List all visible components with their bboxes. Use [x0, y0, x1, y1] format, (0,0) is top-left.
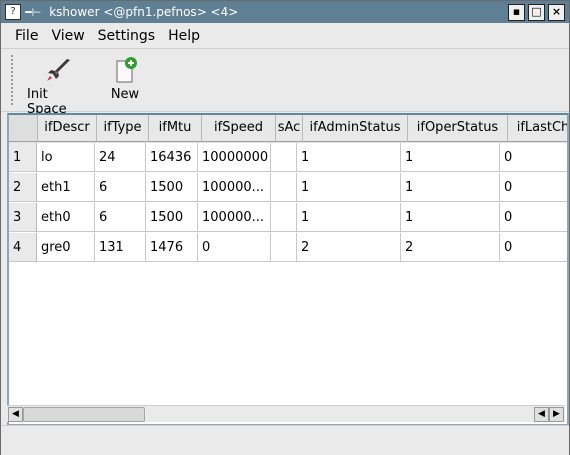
table-cell[interactable]: 0: [500, 233, 567, 262]
table-row[interactable]: 1 lo 24 16436 10000000 1 1 0: [9, 143, 567, 173]
new-button[interactable]: New: [107, 57, 143, 102]
table-cell[interactable]: 100000...: [198, 203, 271, 232]
table-cell[interactable]: 6: [95, 203, 146, 232]
table-cell[interactable]: 100000...: [198, 173, 271, 202]
table-cell[interactable]: 2: [297, 233, 401, 262]
scroll-right-button[interactable]: ▶: [549, 407, 564, 422]
table-cell[interactable]: 0: [500, 173, 567, 202]
minimize-button[interactable]: ▪: [508, 4, 525, 21]
scroll-left-button[interactable]: ◀: [8, 407, 23, 422]
column-header[interactable]: ifDescr: [38, 115, 97, 142]
table-cell[interactable]: gre0: [37, 233, 95, 262]
table-cell[interactable]: 0: [500, 203, 567, 232]
table-header: ifDescr ifType ifMtu ifSpeed sAc ifAdmin…: [9, 115, 567, 143]
column-header[interactable]: ifLastCh: [508, 115, 567, 142]
row-number[interactable]: 2: [9, 173, 37, 202]
table-cell[interactable]: 24: [95, 143, 146, 172]
column-header[interactable]: sAc: [276, 115, 303, 142]
status-bar: [1, 425, 569, 455]
pin-icon[interactable]: ━⊢: [25, 6, 41, 19]
table-cell[interactable]: 0: [198, 233, 271, 262]
new-document-icon: [116, 57, 137, 83]
table-row[interactable]: 2 eth1 6 1500 100000... 1 1 0: [9, 173, 567, 203]
table-row[interactable]: 4 gre0 131 1476 0 2 2 0: [9, 233, 567, 263]
window-menu-icon[interactable]: ?: [5, 4, 21, 20]
window-title: kshower <@pfn1.pefnos> <4>: [49, 5, 239, 19]
menu-bar: File View Settings Help: [1, 23, 569, 49]
toolbar-grip[interactable]: [11, 55, 16, 105]
table-cell[interactable]: eth0: [37, 203, 95, 232]
close-button[interactable]: ×: [548, 4, 565, 21]
table-row[interactable]: 3 eth0 6 1500 100000... 1 1 0: [9, 203, 567, 233]
table-cell[interactable]: 2: [401, 233, 500, 262]
column-header[interactable]: ifType: [97, 115, 149, 142]
row-number[interactable]: 1: [9, 143, 37, 172]
app-window: ? ━⊢ kshower <@pfn1.pefnos> <4> ▪ □ × Fi…: [0, 0, 570, 455]
scroll-left-button[interactable]: ◀: [534, 407, 549, 422]
toolbar: Init Space New: [1, 49, 569, 117]
table-cell[interactable]: [271, 143, 297, 172]
table-cell[interactable]: 16436: [146, 143, 198, 172]
column-header[interactable]: ifMtu: [149, 115, 202, 142]
table-cell[interactable]: 0: [500, 143, 567, 172]
table-cell[interactable]: eth1: [37, 173, 95, 202]
table-cell[interactable]: 1500: [146, 203, 198, 232]
horizontal-scrollbar[interactable]: ◀ ◀ ▶: [7, 405, 565, 422]
column-header[interactable]: ifAdminStatus: [303, 115, 408, 142]
table-cell[interactable]: [271, 173, 297, 202]
scroll-thumb[interactable]: [23, 407, 145, 422]
table-cell[interactable]: 6: [95, 173, 146, 202]
table-cell[interactable]: 1: [297, 143, 401, 172]
rocket-icon: [47, 59, 70, 81]
row-number[interactable]: 3: [9, 203, 37, 232]
table-cell[interactable]: 1: [297, 173, 401, 202]
maximize-button[interactable]: □: [528, 4, 545, 21]
menu-settings[interactable]: Settings: [98, 28, 155, 44]
column-header[interactable]: ifSpeed: [202, 115, 276, 142]
table-cell[interactable]: 1: [401, 203, 500, 232]
corner-cell[interactable]: [9, 115, 38, 142]
table-cell[interactable]: 1476: [146, 233, 198, 262]
menu-help[interactable]: Help: [168, 28, 200, 44]
init-space-button[interactable]: Init Space: [27, 57, 91, 117]
menu-file[interactable]: File: [15, 28, 38, 44]
table-cell[interactable]: lo: [37, 143, 95, 172]
table-cell[interactable]: 1: [297, 203, 401, 232]
title-bar[interactable]: ? ━⊢ kshower <@pfn1.pefnos> <4> ▪ □ ×: [1, 1, 569, 23]
table-cell[interactable]: 1500: [146, 173, 198, 202]
table-cell[interactable]: [271, 203, 297, 232]
interface-table[interactable]: ifDescr ifType ifMtu ifSpeed sAc ifAdmin…: [7, 113, 569, 426]
new-label: New: [110, 87, 140, 102]
table-cell[interactable]: 131: [95, 233, 146, 262]
table-cell[interactable]: [271, 233, 297, 262]
table-cell[interactable]: 1: [401, 173, 500, 202]
table-cell[interactable]: 10000000: [198, 143, 271, 172]
column-header[interactable]: ifOperStatus: [408, 115, 508, 142]
row-number[interactable]: 4: [9, 233, 37, 262]
menu-view[interactable]: View: [51, 28, 84, 44]
table-cell[interactable]: 1: [401, 143, 500, 172]
